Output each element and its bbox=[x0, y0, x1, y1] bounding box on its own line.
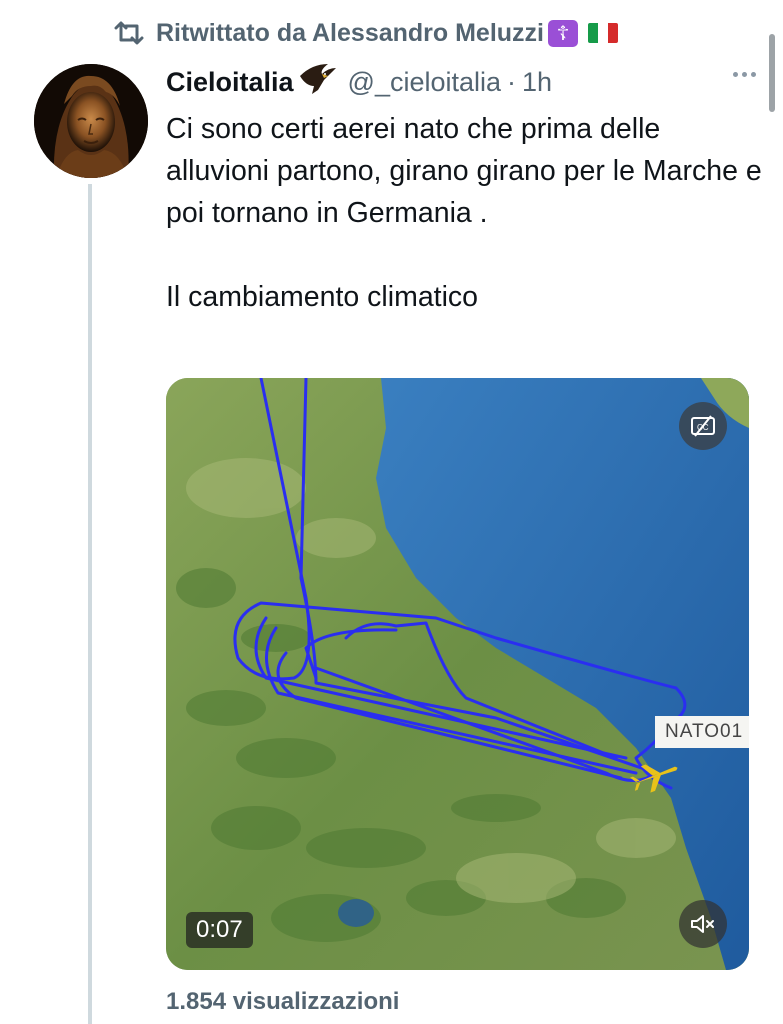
display-name[interactable]: Cieloitalia bbox=[166, 67, 294, 98]
retweet-icon bbox=[112, 20, 146, 46]
video-elapsed-time: 0:07 bbox=[186, 912, 253, 948]
more-options-icon[interactable] bbox=[733, 72, 756, 77]
retweet-header: Ritwittato da Alessandro Meluzzi ☦ bbox=[112, 14, 619, 52]
flight-label: NATO01 bbox=[655, 716, 749, 748]
avatar[interactable] bbox=[34, 64, 148, 178]
closed-captions-icon[interactable]: CC bbox=[679, 402, 727, 450]
eagle-emoji-icon bbox=[298, 62, 338, 103]
tweet-paragraph: Il cambiamento climatico bbox=[166, 281, 479, 313]
tweet-paragraph: Ci sono certi aerei nato che prima delle… bbox=[166, 113, 762, 229]
muted-speaker-icon[interactable] bbox=[679, 900, 727, 948]
page-scrollbar[interactable] bbox=[769, 34, 775, 112]
italy-flag-emoji bbox=[588, 23, 619, 43]
view-count: 1.854 visualizzazioni bbox=[166, 988, 400, 1015]
timestamp[interactable]: 1h bbox=[522, 67, 552, 98]
video-player[interactable]: NATO01 CC 0:07 bbox=[166, 378, 749, 970]
svg-text:CC: CC bbox=[697, 423, 709, 432]
retweet-label[interactable]: Ritwittato da Alessandro Meluzzi bbox=[156, 19, 544, 48]
thread-connector bbox=[88, 184, 92, 1024]
flight-map-frame bbox=[166, 378, 749, 970]
tweet-text: Ci sono certi aerei nato che prima delle… bbox=[166, 108, 766, 318]
tweet-header: Cieloitalia @_cieloitalia · 1h bbox=[166, 62, 756, 102]
handle[interactable]: @_cieloitalia bbox=[348, 67, 501, 98]
orthodox-cross-emoji: ☦ bbox=[548, 19, 579, 47]
separator-dot: · bbox=[507, 66, 517, 97]
